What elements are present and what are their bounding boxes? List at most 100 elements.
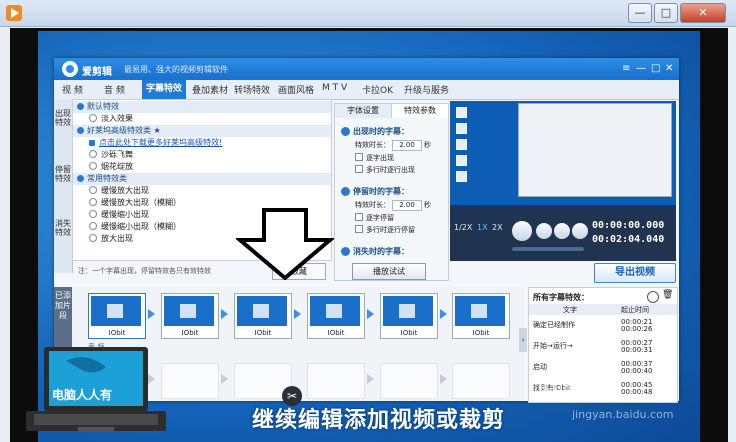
clip-thumbnail[interactable]: IObit bbox=[88, 293, 146, 339]
menu-transitions[interactable]: 转场特效 bbox=[234, 83, 270, 96]
list-item[interactable]: 缓慢放大出现（模糊） bbox=[73, 197, 181, 209]
appear-option[interactable]: 逐字出现 bbox=[355, 153, 394, 163]
empty-slot[interactable] bbox=[380, 363, 438, 399]
empty-slot[interactable] bbox=[161, 363, 219, 399]
empty-slot[interactable] bbox=[307, 363, 365, 399]
stay-duration-input[interactable]: 2.00 bbox=[392, 200, 422, 211]
menu-audio[interactable]: 音 频 bbox=[104, 83, 125, 96]
subtitle-row[interactable]: 开始→运行→ 00:00:27 00:00:31 bbox=[529, 339, 669, 354]
list-group-header: 常用特效类 bbox=[73, 173, 331, 185]
play-test-button[interactable]: 播放试试 bbox=[352, 263, 426, 280]
added-clips-label: 已添加片段 bbox=[54, 287, 72, 347]
editor-titlebar: 爱剪辑 最易用、强大的视频剪辑软件 ≡ — □ ✕ bbox=[54, 58, 679, 80]
menu-upgrade[interactable]: 升级与服务 bbox=[404, 83, 449, 96]
appear-duration-row: 特效时长： 2.00 秒 bbox=[355, 140, 431, 151]
disappear-section-title: 消失时的字幕： bbox=[341, 246, 409, 257]
tab-effect-params[interactable]: 特效参数 bbox=[392, 104, 449, 118]
laptop-logo-text: 电脑人人有 bbox=[52, 388, 113, 402]
appear-duration-input[interactable]: 2.00 bbox=[392, 140, 422, 151]
arrow-icon bbox=[440, 374, 447, 384]
list-item[interactable]: 缓慢缩小出现（模糊） bbox=[73, 221, 181, 233]
player-controls: 1/2X 1X 2X 00:00:00.000 00:02:04.040 bbox=[450, 217, 676, 261]
arrow-icon bbox=[148, 309, 155, 319]
play-button[interactable] bbox=[512, 221, 532, 241]
tab-font-settings[interactable]: 字体设置 bbox=[335, 104, 392, 118]
subtitle-row[interactable]: 确定已经制作 00:00:21 00:00:26 bbox=[529, 318, 669, 333]
current-time: 00:00:00.000 bbox=[592, 220, 665, 231]
list-group-header: 好莱坞高级特效类 ★ bbox=[73, 125, 331, 137]
app-slogan: 最易用、强大的视频剪辑软件 bbox=[124, 65, 228, 74]
list-item[interactable]: 淡入效果 bbox=[73, 113, 133, 125]
app-minimize-button[interactable]: — bbox=[636, 63, 646, 74]
app-maximize-button[interactable]: □ bbox=[651, 63, 660, 74]
appear-section-title: 出现时的字幕： bbox=[341, 126, 409, 137]
effect-phase-tabs: 出现特效 停留特效 消失特效 bbox=[54, 99, 73, 273]
next-frame-button[interactable] bbox=[572, 223, 588, 239]
clip-thumbnail[interactable]: IObit bbox=[380, 293, 438, 339]
desktop-icon bbox=[456, 107, 467, 118]
watermark-url: jingyan.baidu.com bbox=[572, 408, 674, 421]
volume-slider[interactable] bbox=[512, 247, 584, 251]
chevron-right-icon[interactable]: › bbox=[519, 328, 527, 352]
export-video-button[interactable]: 导出视频 bbox=[594, 263, 676, 283]
player-app-icon bbox=[6, 5, 22, 21]
arrow-icon bbox=[221, 374, 228, 384]
speed-1x[interactable]: 1X bbox=[477, 223, 488, 232]
column-text: 文字 bbox=[563, 306, 577, 314]
minus-icon[interactable] bbox=[647, 291, 659, 303]
arrow-icon bbox=[294, 309, 301, 319]
speed-half[interactable]: 1/2X bbox=[454, 223, 472, 232]
arrow-icon bbox=[440, 309, 447, 319]
close-button[interactable]: ✕ bbox=[680, 3, 726, 23]
radio-icon bbox=[89, 234, 97, 242]
clip-thumbnail[interactable]: IObit bbox=[161, 293, 219, 339]
tab-disappear-effects[interactable]: 消失特效 bbox=[55, 219, 71, 237]
down-arrow-icon bbox=[236, 208, 334, 280]
menu-overlay[interactable]: 叠加素材 bbox=[192, 83, 228, 96]
menu-icon[interactable]: ≡ bbox=[622, 63, 630, 74]
minimize-button[interactable]: — bbox=[628, 3, 652, 23]
menu-karaoke[interactable]: 卡拉OK bbox=[362, 83, 393, 96]
speed-2x[interactable]: 2X bbox=[492, 223, 503, 232]
maximize-button[interactable]: □ bbox=[654, 3, 678, 23]
list-item[interactable]: 缓慢放大出现 bbox=[73, 185, 149, 197]
list-item[interactable]: 缓慢缩小出现 bbox=[73, 209, 149, 221]
clip-thumbnail[interactable]: IObit bbox=[307, 293, 365, 339]
menu-video[interactable]: 视 频 bbox=[62, 83, 83, 96]
menu-mtv[interactable]: M T V bbox=[322, 83, 347, 93]
menu-styles[interactable]: 画面风格 bbox=[278, 83, 314, 96]
list-item[interactable]: 烟花绽放 bbox=[73, 161, 133, 173]
app-logo-icon bbox=[62, 61, 78, 77]
desktop-icon bbox=[456, 155, 467, 166]
effect-settings-panel: 字体设置 特效参数 出现时的字幕： 特效时长： 2.00 秒 逐字出现 多行时逐行出… bbox=[334, 103, 449, 281]
preview-taskbar bbox=[450, 205, 676, 217]
list-item[interactable]: 沙砾飞舞 bbox=[73, 149, 133, 161]
desktop-icon bbox=[456, 171, 467, 182]
watermark: Baidu 经验 bbox=[538, 381, 616, 397]
preview-explorer-window bbox=[518, 103, 672, 197]
radio-icon bbox=[89, 162, 97, 170]
subtitle-panel-title: 所有字幕特效： bbox=[533, 293, 589, 302]
menu-subtitle-effects[interactable]: 字幕特效 bbox=[142, 80, 187, 99]
clip-thumbnail[interactable]: IObit bbox=[234, 293, 292, 339]
app-close-button[interactable]: ✕ bbox=[665, 63, 673, 74]
tab-stay-effects[interactable]: 停留特效 bbox=[55, 165, 71, 183]
empty-slot[interactable] bbox=[452, 363, 510, 399]
prev-frame-button[interactable] bbox=[554, 223, 570, 239]
list-item[interactable]: 放大出现 bbox=[73, 233, 133, 245]
stay-option[interactable]: 多行时逐行停留 bbox=[355, 225, 415, 235]
radio-icon bbox=[89, 114, 97, 122]
arrow-icon bbox=[221, 309, 228, 319]
desktop-icon bbox=[456, 139, 467, 150]
video-caption: 继续编辑添加视频或裁剪 bbox=[252, 408, 506, 433]
stop-button[interactable] bbox=[536, 223, 552, 239]
stay-duration-row: 特效时长： 2.00 秒 bbox=[355, 200, 431, 211]
tab-appear-effects[interactable]: 出现特效 bbox=[55, 109, 71, 127]
download-more-link[interactable]: 点击此处下载更多好莱坞高级特效! bbox=[73, 137, 222, 149]
stay-option[interactable]: 逐字停留 bbox=[355, 213, 394, 223]
clip-thumbnail[interactable]: IObit bbox=[452, 293, 510, 339]
subtitle-row[interactable]: 启动 00:00:37 00:00:40 bbox=[529, 360, 669, 375]
trash-icon[interactable]: 🗑 bbox=[662, 290, 673, 300]
checkbox-icon bbox=[355, 213, 363, 221]
appear-option[interactable]: 多行时逐行出现 bbox=[355, 165, 415, 175]
